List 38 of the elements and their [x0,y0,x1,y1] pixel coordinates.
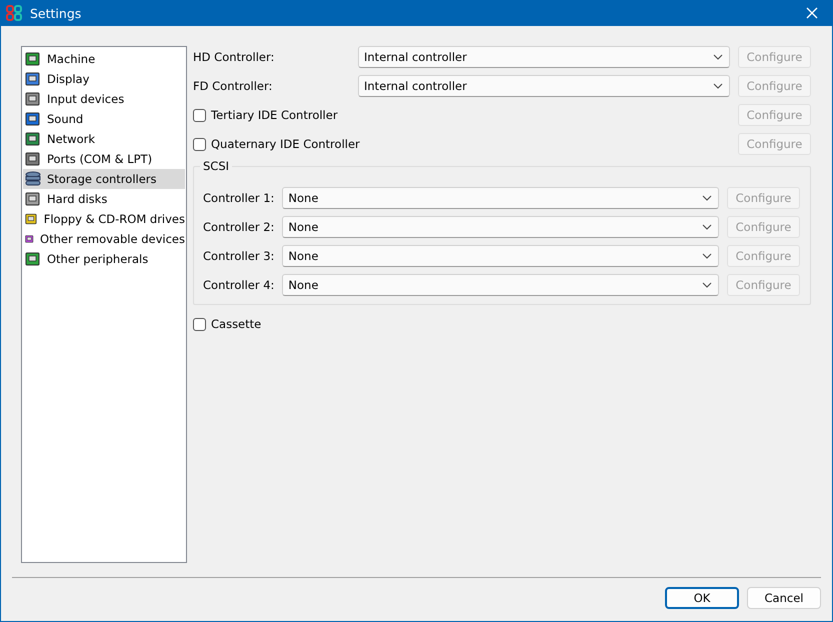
controller-dropdown[interactable]: Internal controller [358,75,730,97]
group-title: SCSI [200,159,232,173]
chevron-down-icon [702,195,712,201]
database-icon [25,171,41,187]
sidebar-item[interactable]: Display [23,69,185,89]
cancel-button[interactable]: Cancel [747,587,821,609]
chevron-down-icon [702,253,712,259]
chevron-down-icon [702,282,712,288]
field-label: Controller 4: [203,278,274,292]
controller-dropdown[interactable]: None [282,245,719,267]
chevron-down-icon [713,54,723,60]
app-logo-icon [6,5,22,21]
cassette-checkbox[interactable]: Cassette [193,317,811,331]
sidebar-item[interactable]: Input devices [23,89,185,109]
window-title: Settings [30,6,82,20]
controller-dropdown[interactable]: None [282,187,719,209]
sidebar-item[interactable]: Other removable devices [23,229,185,249]
field-label: Controller 2: [203,220,274,234]
sidebar-item[interactable]: Ports (COM & LPT) [23,149,185,169]
sidebar-item[interactable]: Sound [23,109,185,129]
sidebar-item[interactable]: Machine [23,49,185,69]
close-icon[interactable] [806,7,818,19]
sidebar-item[interactable]: Floppy & CD-ROM drives [23,209,185,229]
controller-dropdown[interactable]: None [282,216,719,238]
field-label: HD Controller: [193,50,276,64]
checkbox-label: Cassette [211,317,262,331]
field-label: Controller 1: [203,191,274,205]
controller-dropdown[interactable]: Internal controller [358,46,730,68]
chevron-down-icon [702,224,712,230]
sidebar-item[interactable]: Hard disks [23,189,185,209]
sidebar-item[interactable]: Other peripherals [23,249,185,269]
sidebar-item[interactable]: Network [23,129,185,149]
sidebar-item[interactable]: Storage controllers [23,169,185,189]
controller-dropdown[interactable]: None [282,274,719,296]
chevron-down-icon [713,83,723,89]
field-label: Controller 3: [203,249,274,263]
field-label: FD Controller: [193,79,274,93]
ok-button[interactable]: OK [665,587,739,609]
